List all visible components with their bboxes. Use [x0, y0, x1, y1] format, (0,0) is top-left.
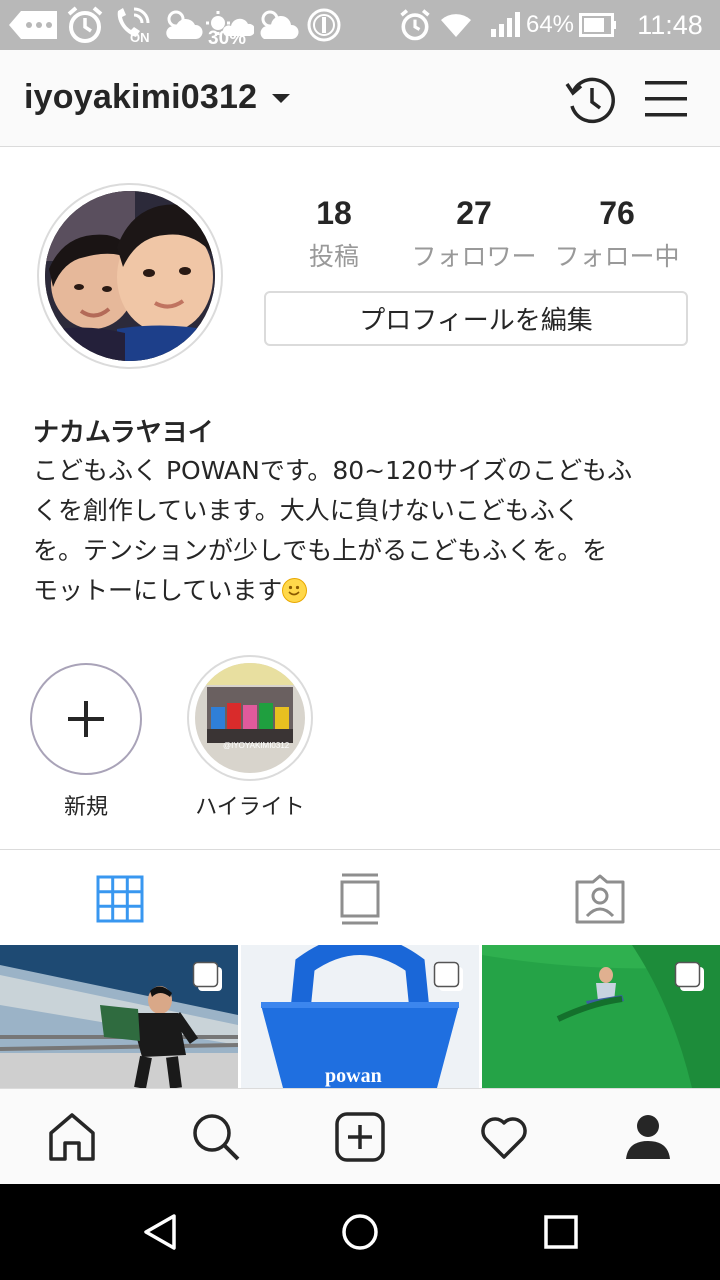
back-icon[interactable] — [140, 1212, 180, 1252]
battery-icon — [578, 0, 618, 50]
feed-icon[interactable] — [333, 872, 387, 926]
edit-profile-button[interactable]: プロフィールを編集 — [264, 291, 688, 346]
post-thumbnail[interactable]: powan — [241, 945, 479, 1088]
stat-following[interactable]: 76 フォロー中 — [542, 193, 692, 273]
posts-grid: powan — [0, 945, 720, 1088]
grid-icon[interactable] — [93, 872, 147, 926]
stat-followers[interactable]: 27 フォロワー — [399, 193, 549, 273]
username-switcher[interactable]: iyoyakimi0312 — [24, 78, 257, 117]
posts-label: 投稿 — [308, 242, 359, 271]
highlight-new-label: 新規 — [63, 795, 108, 820]
info-icon — [304, 0, 344, 50]
following-count: 76 — [599, 195, 635, 231]
bio-line: こどもふく POWANです。80~120サイズのこどもふ — [33, 456, 633, 485]
bio-line-last: モットーにしています — [33, 571, 693, 611]
add-post-icon[interactable] — [334, 1111, 386, 1163]
cloudy-icon — [160, 0, 204, 50]
signal-icon — [488, 0, 522, 50]
recents-icon[interactable] — [541, 1212, 581, 1252]
followers-count: 27 — [456, 195, 492, 231]
highlight-item[interactable]: @IYOYAKIMI0312 ハイライト — [185, 655, 315, 821]
highlight-new[interactable]: 新規 — [21, 655, 151, 821]
following-label: フォロー中 — [554, 242, 680, 271]
battery-percent: 64% — [525, 11, 575, 38]
multiple-photos-icon — [192, 961, 224, 993]
home-icon[interactable] — [46, 1111, 98, 1163]
uv-index: 30% — [208, 28, 247, 49]
wifi-icon — [438, 0, 474, 50]
bottom-navigation — [0, 1088, 720, 1184]
profile-header-bar: iyoyakimi0312 — [0, 50, 720, 147]
alarm-icon — [396, 0, 434, 50]
highlight-thumb-text: @IYOYAKIMI0312 — [223, 741, 290, 750]
chevron-down-icon[interactable] — [272, 94, 290, 103]
plus-icon — [68, 701, 104, 737]
alarm-icon — [64, 0, 106, 50]
status-bar: ON 30% 64% 11:48 — [0, 0, 720, 50]
tote-print-text: powan — [325, 1065, 382, 1087]
call-tag: ON — [130, 30, 150, 45]
followers-label: フォロワー — [411, 242, 537, 271]
bio-line: くを創作しています。大人に負けないこどもふく — [33, 496, 580, 525]
message-icon — [6, 0, 62, 50]
posts-count: 18 — [316, 195, 352, 231]
post-thumbnail[interactable] — [0, 945, 238, 1088]
tagged-icon[interactable] — [573, 872, 627, 926]
clock: 11:48 — [637, 9, 703, 40]
smiley-emoji-icon — [282, 578, 308, 603]
stat-posts[interactable]: 18 投稿 — [259, 193, 409, 273]
highlight-label: ハイライト — [195, 795, 305, 820]
multiple-photos-icon — [433, 961, 465, 993]
avatar[interactable] — [37, 183, 223, 369]
heart-icon[interactable] — [478, 1111, 530, 1163]
cloudy-icon — [254, 0, 300, 50]
history-icon[interactable] — [563, 72, 619, 128]
menu-icon[interactable] — [643, 77, 691, 121]
bio: こどもふく POWANです。80~120サイズのこどもふ くを創作しています。大… — [33, 451, 693, 611]
display-name: ナカムラヤヨイ — [33, 418, 214, 448]
bio-line-text: モットーにしています — [33, 576, 283, 605]
avatar-photo — [45, 191, 215, 361]
home-circle-icon[interactable] — [340, 1212, 380, 1252]
wifi-call-icon: ON — [112, 0, 158, 50]
bio-line: を。テンションが少しでも上がるこどもふくを。を — [33, 536, 608, 565]
search-icon[interactable] — [190, 1111, 242, 1163]
new-highlight-circle[interactable] — [30, 663, 142, 775]
system-navigation — [0, 1184, 720, 1280]
multiple-photos-icon — [674, 961, 706, 993]
profile-tabs — [0, 849, 720, 945]
highlight-thumbnail[interactable]: @IYOYAKIMI0312 — [187, 655, 313, 781]
sun-cloud-icon: 30% — [204, 0, 254, 50]
profile-icon[interactable] — [622, 1111, 674, 1163]
post-thumbnail[interactable] — [482, 945, 720, 1088]
